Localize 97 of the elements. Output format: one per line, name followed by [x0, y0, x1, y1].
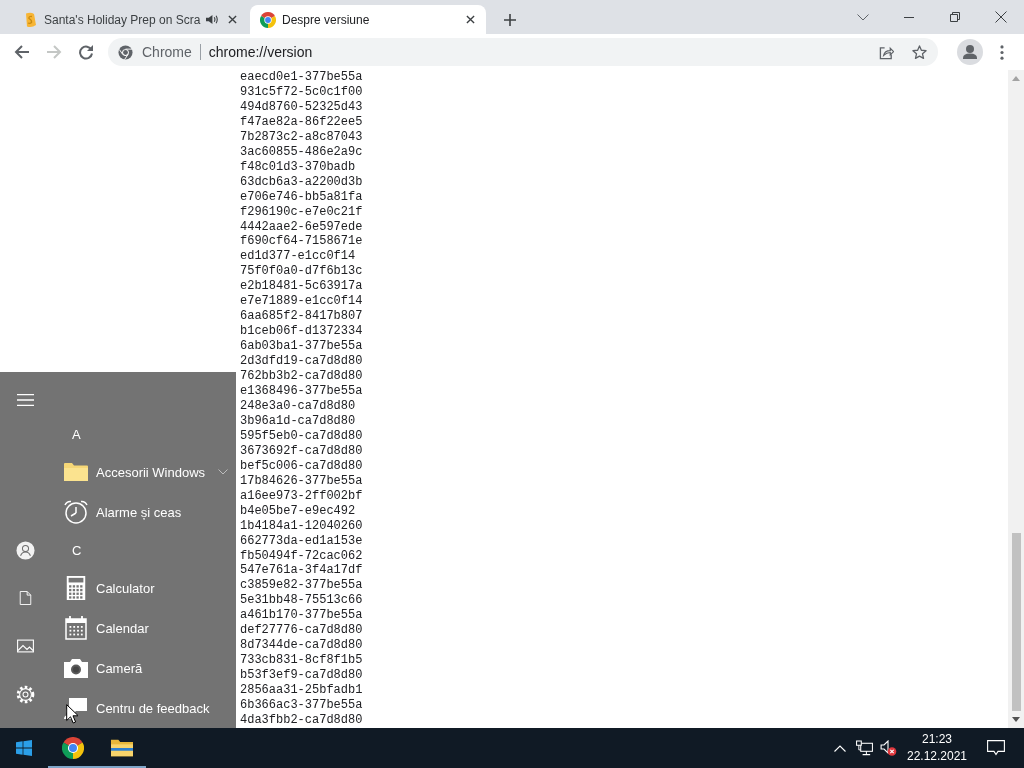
hash-text: f48c01d3-370badb	[240, 159, 356, 175]
scrollbar[interactable]	[1008, 70, 1024, 728]
chrome-logo-icon	[118, 44, 133, 60]
browser-tab[interactable]: Despre versiune	[250, 5, 486, 34]
star-icon	[911, 44, 927, 60]
hash-text: fb50494f-72cac062	[240, 548, 363, 564]
hash-text: 8d7344de-ca7d8d80	[240, 638, 363, 654]
scroll-down-icon[interactable]	[1012, 717, 1020, 722]
network-icon	[855, 740, 873, 756]
hash-text: e706e746-bb5a81fa	[240, 189, 363, 205]
avatar-icon	[957, 39, 983, 65]
hash-text: e2b18481-5c63917a	[240, 279, 363, 295]
hash-text: b4e05be7-e9ec492	[240, 503, 356, 519]
hash-text: 547e761a-3f4a17df	[240, 563, 363, 579]
hash-text: 931c5f72-5c0c1f00	[240, 84, 363, 100]
hash-text: f690cf64-7158671e	[240, 234, 363, 250]
hash-text: 5e31bb48-75513c66	[240, 593, 363, 609]
plus-icon	[504, 14, 516, 26]
app-list-item[interactable]: Cameră	[50, 648, 236, 688]
app-list-item[interactable]: Alarme și ceas	[50, 492, 236, 532]
windows-logo-icon	[16, 740, 32, 756]
restore-icon	[950, 12, 960, 22]
hash-text: 6ab03ba1-377be55a	[240, 339, 363, 355]
hash-text: 3ac60855-486e2a9c	[240, 144, 363, 160]
folder-icon	[111, 737, 133, 759]
hash-text: bef5c006-ca7d8d80	[240, 458, 363, 474]
menu-icon	[16, 393, 34, 407]
close-icon	[227, 15, 237, 24]
close-icon	[465, 15, 475, 24]
hash-text: 595f5eb0-ca7d8d80	[240, 428, 363, 444]
url-text: chrome://version	[208, 44, 313, 60]
caret-up-icon	[834, 744, 846, 752]
hash-text: 3673692f-ca7d8d80	[240, 443, 363, 459]
hash-text: 6aa685f2-8417b807	[240, 309, 363, 325]
hash-text: c3859e82-377be55a	[240, 578, 363, 594]
share-icon	[878, 44, 894, 60]
more-options-icon	[1000, 44, 1004, 60]
hash-text: 2856aa31-25bfadb1	[240, 683, 363, 699]
hash-text: f47ae82a-86f22ee5	[240, 114, 363, 130]
hash-text: 4442aae2-6e597ede	[240, 219, 363, 235]
section-letter[interactable]: C	[50, 532, 90, 568]
chrome-logo-icon	[62, 737, 84, 759]
hash-text: 6b366ac3-377be55a	[240, 698, 363, 713]
hash-text: b1ceb06f-d1372334	[240, 324, 363, 340]
notification-icon	[987, 740, 1005, 756]
app-list-item[interactable]: Calculator	[50, 568, 236, 608]
hash-text: b53f3ef9-ca7d8d80	[240, 668, 363, 684]
hash-text: 4da3fbb2-ca7d8d80	[240, 713, 363, 728]
address-bar[interactable]: Chrome chrome://version	[108, 38, 938, 66]
chevron-down-icon[interactable]	[218, 469, 228, 475]
folder-icon	[64, 460, 88, 484]
date-text: 22.12.2021	[906, 748, 968, 765]
back-arrow-icon	[14, 44, 30, 60]
reload-icon	[78, 44, 94, 60]
hash-text: def27776-ca7d8d80	[240, 623, 363, 639]
clock-button[interactable]: 21:23 22.12.2021	[900, 728, 974, 768]
app-list-item[interactable]: Accesorii Windows	[50, 452, 236, 492]
calendar-icon	[64, 616, 88, 640]
minimize-icon	[904, 16, 914, 18]
hash-text: 662773da-ed1a153e	[240, 533, 363, 549]
close-icon	[995, 11, 1007, 23]
hash-text: 733cb831-8cf8f1b5	[240, 653, 363, 669]
app-list-item[interactable]: Calendar	[50, 608, 236, 648]
speaker-icon[interactable]	[205, 14, 218, 25]
hash-text: 494d8760-52325d43	[240, 99, 363, 115]
profile-button[interactable]	[956, 38, 984, 66]
hash-text: 3b96a1d-ca7d8d80	[240, 413, 356, 429]
picture-icon	[16, 639, 34, 653]
hash-text: ed1d377-e1cc0f14	[240, 249, 356, 265]
hash-text: 1b4184a1-12040260	[240, 518, 363, 534]
chevron-down-icon	[857, 13, 869, 21]
hash-text: 248e3a0-ca7d8d80	[240, 398, 356, 414]
hash-text: 7b2873c2-a8c87043	[240, 129, 363, 145]
calculator-icon	[64, 576, 88, 600]
hash-text: e7e71889-e1cc0f14	[240, 294, 363, 310]
hash-text: a16ee973-2ff002bf	[240, 488, 363, 504]
browser-tab[interactable]: Santa's Holiday Prep on Scra	[12, 5, 248, 34]
user-icon	[15, 540, 35, 560]
site-label: Chrome	[142, 44, 192, 60]
settings-icon	[15, 684, 35, 704]
forward-arrow-icon	[46, 44, 62, 60]
hash-text: 75f0f0a0-d7f6b13c	[240, 264, 363, 280]
section-letter[interactable]: A	[50, 416, 90, 452]
hash-text: a461b170-377be55a	[240, 608, 363, 624]
chrome-logo-icon	[260, 11, 276, 28]
camera-icon	[64, 656, 88, 680]
hash-text: 17b84626-377be55a	[240, 473, 363, 489]
hash-text: 762bb3b2-ca7d8d80	[240, 369, 363, 384]
mouse-pointer-icon	[66, 704, 78, 724]
hash-text: 2d3dfd19-ca7d8d80	[240, 354, 363, 370]
hash-text: f296190c-e7e0c21f	[240, 204, 363, 220]
alarm-clock-icon	[64, 500, 88, 524]
time-text: 21:23	[922, 731, 952, 748]
hash-text: e1368496-377be55a	[240, 384, 363, 399]
hash-text: eaecd0e1-377be55a	[240, 70, 363, 85]
hash-text: 63dcb6a3-a2200d3b	[240, 174, 363, 190]
scrollbar-thumb[interactable]	[1011, 533, 1021, 711]
